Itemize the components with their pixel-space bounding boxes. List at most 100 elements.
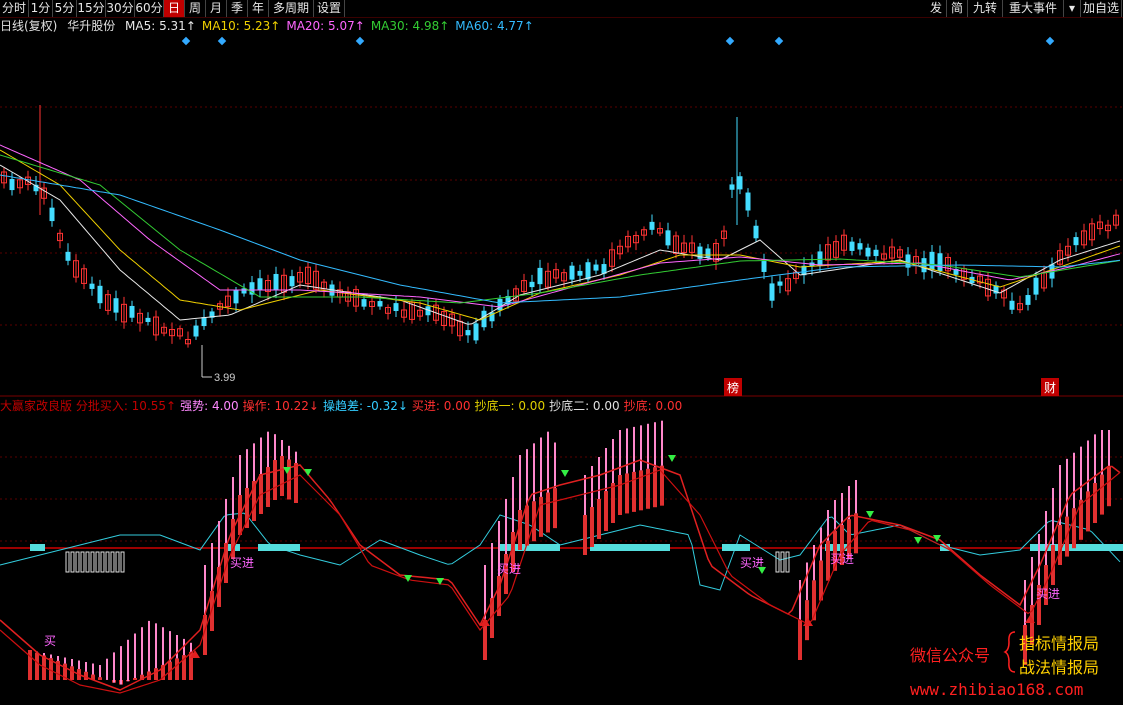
neg-bar [115, 551, 120, 573]
event-marker-text: 榜 [727, 380, 739, 395]
candle-down [577, 270, 583, 276]
neg-bar [70, 551, 75, 573]
ma-value-1: MA10: 5.23↑ [201, 19, 281, 33]
candle-down [753, 225, 759, 239]
buy-signal-label: 买进 [1036, 587, 1060, 601]
neg-bar [785, 551, 790, 573]
signal-diamond [1045, 36, 1055, 46]
candle-down [585, 262, 591, 280]
candle-down [937, 253, 943, 272]
stock-name: 华升股份 [67, 19, 116, 33]
sell-triangle [758, 567, 766, 574]
buy-signal-label: 买进 [230, 556, 254, 570]
tab-period-11[interactable]: 多周期 [269, 0, 314, 17]
sell-triangle [668, 455, 676, 462]
candle-down [569, 265, 575, 280]
tab-period-10[interactable]: 年 [248, 0, 269, 17]
toolbar-action-1[interactable]: 简 [947, 0, 968, 17]
candle-down [289, 276, 295, 287]
zero-band [590, 544, 670, 551]
signal-diamond [774, 36, 784, 46]
signal-diamond [181, 36, 191, 46]
candle-down [737, 176, 743, 190]
indicator-value-7: 抄底: 0.00 [623, 399, 683, 413]
tab-period-1[interactable]: 1分 [29, 0, 53, 17]
candle-down [769, 283, 775, 301]
tab-period-5[interactable]: 60分 [135, 0, 164, 17]
tab-period-9[interactable]: 季 [227, 0, 248, 17]
indicator-value-6: 抄底二: 0.00 [549, 399, 620, 413]
neg-bar [95, 551, 100, 573]
candle-down [497, 298, 503, 311]
period-toolbar: 分时1分5分15分30分60分日周月季年多周期设置 发简九转重大事件▾加自选㕯 [0, 0, 1123, 18]
ma-info-bar: 日线(复权) 华升股份 MA5: 5.31↑ MA10: 5.23↑ MA20: 5… [0, 17, 1123, 35]
candle-down [745, 192, 751, 211]
candle-down [593, 264, 599, 271]
zero-band [258, 544, 300, 551]
buy-signal-label: 买 [44, 634, 56, 648]
tab-period-7[interactable]: 周 [185, 0, 206, 17]
brace-icon [1003, 631, 1016, 673]
zero-band [30, 544, 45, 551]
sell-triangle [866, 511, 874, 518]
candle-down [761, 261, 767, 272]
candle-down [649, 221, 655, 230]
candle-down [857, 243, 863, 250]
candle-down [257, 278, 263, 290]
tab-period-4[interactable]: 30分 [106, 0, 135, 17]
sell-triangle [561, 470, 569, 477]
neg-bar [90, 551, 95, 573]
neg-bar [65, 551, 70, 573]
signal-diamond [355, 36, 365, 46]
candle-down [1009, 300, 1015, 310]
toolbar-action-3[interactable]: 重大事件 [1003, 0, 1064, 17]
candle-down [537, 267, 543, 285]
signal-diamond [217, 36, 227, 46]
neg-bar [100, 551, 105, 573]
candle-down [865, 247, 871, 257]
tab-period-0[interactable]: 分时 [0, 0, 29, 17]
ma60-line [0, 174, 1121, 304]
low-price-label: 3.99 [214, 372, 235, 384]
tab-period-12[interactable]: 设置 [314, 0, 345, 17]
candle-down [145, 317, 151, 322]
ma30-line [0, 154, 1121, 304]
candle-down [193, 325, 199, 337]
indicator-value-4: 买进: 0.00 [411, 399, 471, 413]
candlestick-chart[interactable]: 3.99 榜 财 [0, 35, 1123, 397]
candle-down [9, 178, 15, 191]
candle-down [817, 251, 823, 267]
toolbar-action-2[interactable]: 九转 [968, 0, 1003, 17]
tab-period-2[interactable]: 5分 [53, 0, 77, 17]
zero-band [1030, 544, 1123, 551]
candle-down [49, 207, 55, 222]
wechat-account-2: 战法情报局 [1019, 658, 1100, 677]
signal-diamond [725, 36, 735, 46]
neg-bar [80, 551, 85, 573]
wechat-label: 微信公众号 [910, 646, 991, 665]
indicator-value-3: 操趋差: -0.32↓ [322, 399, 408, 413]
toolbar-action-0[interactable]: 发 [926, 0, 947, 17]
candle-down [529, 281, 535, 288]
website-url: www.zhibiao168.com [910, 680, 1084, 699]
tab-period-3[interactable]: 15分 [77, 0, 106, 17]
candle-down [201, 317, 207, 327]
candle-down [97, 285, 103, 304]
wechat-account-1: 指标情报局 [1019, 634, 1100, 653]
toolbar-action-5[interactable]: 加自选 [1081, 0, 1122, 17]
candle-down [849, 241, 855, 251]
indicator-value-1: 强势: 4.00 [180, 399, 239, 413]
ma-value-2: MA20: 5.07↑ [286, 19, 365, 33]
candle-down [665, 230, 671, 246]
candle-down [465, 330, 471, 336]
buy-signal-label: 买进 [497, 562, 521, 576]
tab-period-6[interactable]: 日 [164, 0, 185, 17]
tab-period-8[interactable]: 月 [206, 0, 227, 17]
neg-bar [775, 551, 780, 573]
candle-down [729, 184, 735, 190]
toolbar-action-4[interactable]: ▾ [1064, 0, 1081, 17]
watermark: 微信公众号 指标情报局 战法情报局 www.zhibiao168.com [905, 628, 1123, 705]
neg-bar [75, 551, 80, 573]
candle-down [113, 298, 119, 313]
neg-bar [780, 551, 785, 573]
